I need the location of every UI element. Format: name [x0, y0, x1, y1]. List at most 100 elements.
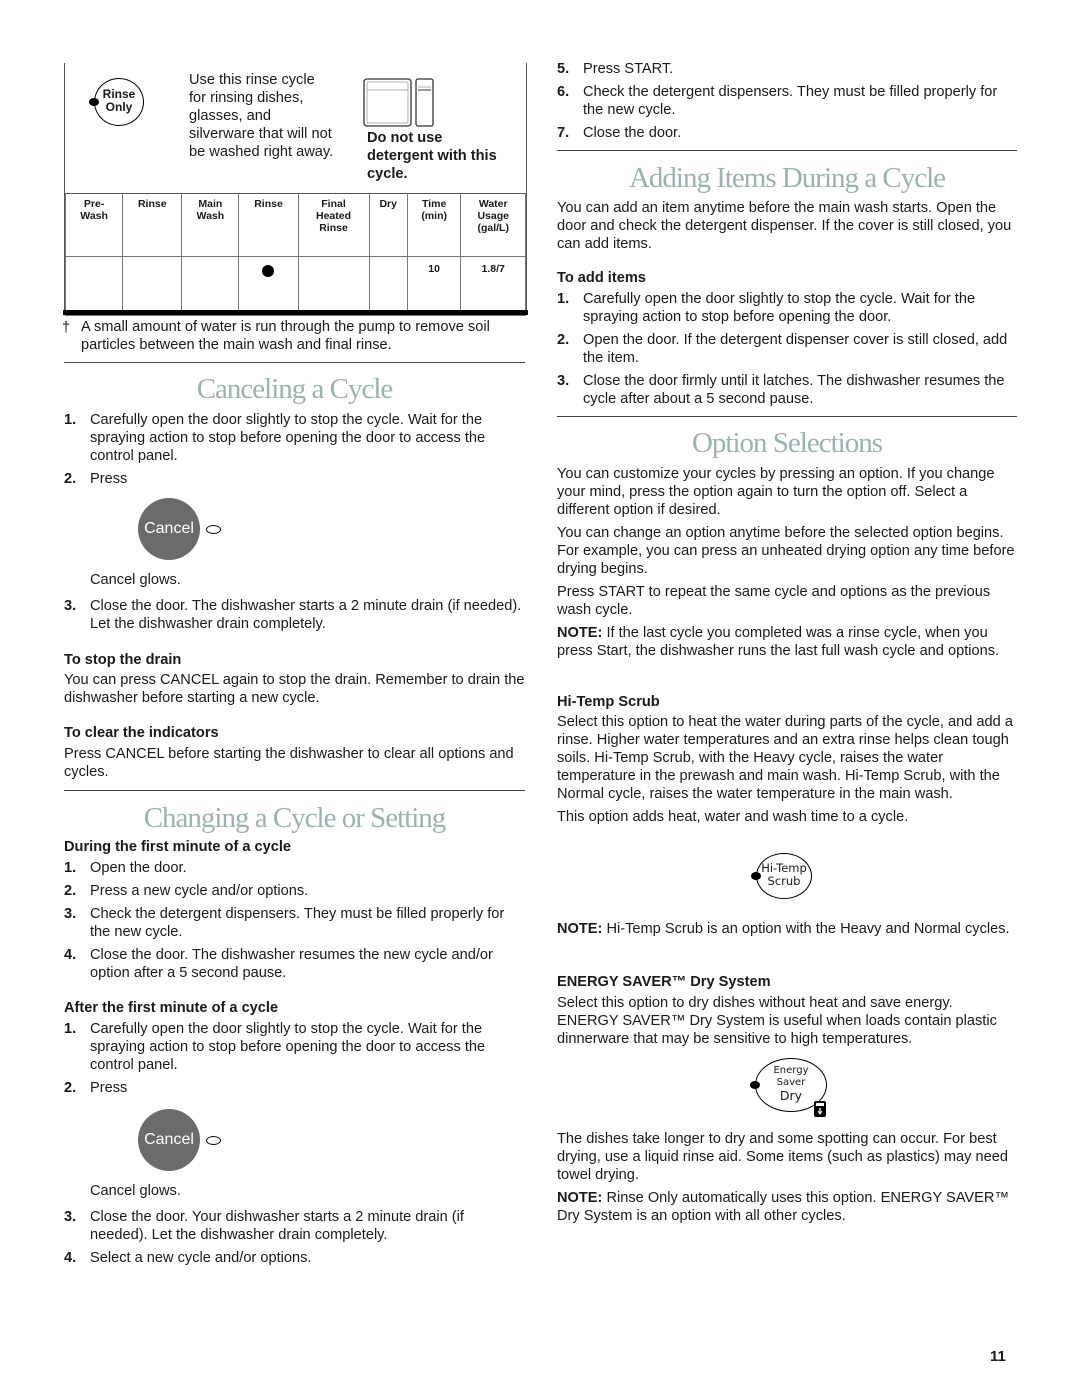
- note: NOTE: If the last cycle you completed wa…: [557, 624, 1017, 660]
- indicator-light-icon: [89, 98, 99, 106]
- section-title-changing: Changing a Cycle or Setting: [143, 802, 447, 834]
- divider: [557, 150, 1017, 151]
- cancel-glows-text: Cancel glows.: [90, 572, 181, 588]
- warning-line: detergent with this: [367, 148, 497, 164]
- adding-intro: You can add an item anytime before the m…: [557, 200, 1012, 252]
- column-header: Rinse: [238, 193, 299, 257]
- rinse-only-button-icon: Rinse Only: [89, 78, 144, 126]
- subheading-add-items: To add items: [557, 270, 646, 286]
- paragraph: This option adds heat, water and wash ti…: [557, 809, 909, 825]
- step-number: 3.: [64, 906, 77, 922]
- step: 7. Close the door.: [557, 124, 1017, 142]
- header-line: Time: [421, 198, 447, 210]
- step-text: Check the detergent dispensers. They mus…: [583, 84, 998, 118]
- step-number: 7.: [557, 125, 570, 141]
- step: 2. Press: [64, 470, 525, 488]
- desc-line: Use this rinse cycle: [189, 72, 315, 88]
- cycle-table: Pre- Wash Rinse Main Wash Rinse Final Heated Rin…: [64, 193, 526, 316]
- after-steps-cont: 3. Close the door. Your dishwasher starts…: [64, 1208, 525, 1272]
- header-line: (gal/L): [477, 222, 509, 234]
- warning-line: cycle.: [367, 166, 408, 182]
- hi-temp-note: NOTE: Hi-Temp Scrub is an option with th…: [557, 920, 1017, 938]
- step-number: 2.: [64, 471, 77, 487]
- rinse-only-description: Use this rinse cycle for rinsing dishes,…: [189, 71, 359, 161]
- section-title-canceling: Canceling a Cycle: [196, 373, 394, 405]
- step-text: Check the detergent dispensers. They mus…: [90, 906, 505, 940]
- header-line: (min): [421, 210, 447, 222]
- subheading-during: During the first minute of a cycle: [64, 839, 292, 855]
- step: 1. Open the door.: [64, 859, 525, 877]
- header-line: Usage: [477, 210, 509, 222]
- step-number: 1.: [64, 860, 77, 876]
- desc-line: be washed right away.: [189, 144, 334, 160]
- subheading-clear-indicators: To clear the indicators: [64, 725, 219, 741]
- note-label: NOTE:: [557, 1190, 603, 1206]
- indicator-light-icon: [206, 1136, 221, 1145]
- step: 2. Open the door. If the detergent dispen…: [557, 331, 1017, 367]
- header-line: Final: [321, 198, 346, 210]
- step: 4. Close the door. The dishwasher resumes…: [64, 946, 525, 982]
- paragraph: You can customize your cycles by pressin…: [557, 466, 995, 518]
- during-steps: 1. Open the door. 2. Press a new cycle and…: [64, 859, 525, 987]
- desc-line: glasses, and: [189, 108, 271, 124]
- subheading-after: After the first minute of a cycle: [64, 1000, 279, 1016]
- paragraph: Select this option to heat the water dur…: [557, 714, 1013, 802]
- note-text: Rinse Only automatically uses this optio…: [557, 1190, 1010, 1224]
- step-number: 2.: [557, 332, 570, 348]
- header-line: Rinse: [254, 198, 283, 210]
- step: 1. Carefully open the door slightly to st…: [64, 411, 525, 465]
- header-line: Pre-: [83, 198, 105, 210]
- rinse-only-label-2: Only: [105, 100, 133, 114]
- footnote: † A small amount of water is run through…: [62, 318, 525, 354]
- step-text: Press START.: [583, 61, 674, 77]
- energy-saver-badge-icon: [814, 1101, 826, 1117]
- step: 4. Select a new cycle and/or options.: [64, 1249, 525, 1267]
- step: 2. Press: [64, 1079, 525, 1097]
- table-cell: 1.8/7: [460, 256, 526, 316]
- subheading-hi-temp: Hi-Temp Scrub: [557, 694, 660, 710]
- step: 3. Check the detergent dispensers. They m…: [64, 905, 525, 941]
- column-header: Main Wash: [181, 193, 240, 257]
- section-title-adding: Adding Items During a Cycle: [628, 162, 946, 194]
- step: 3. Close the door. The dishwasher starts …: [64, 597, 525, 633]
- paragraph: You can change an option anytime before …: [557, 525, 1015, 577]
- cancel-button[interactable]: Cancel: [138, 498, 200, 560]
- paragraph: The dishes take longer to dry and some s…: [557, 1131, 1008, 1183]
- column-header: Rinse: [122, 193, 183, 257]
- table-cell: [297, 256, 370, 316]
- step-number: 5.: [557, 61, 570, 77]
- note-text: If the last cycle you completed was a ri…: [557, 625, 1000, 659]
- subheading-energy-saver: ENERGY SAVER™ Dry System: [557, 974, 771, 990]
- step: 1. Carefully open the door slightly to st…: [64, 1020, 525, 1074]
- hi-temp-scrub-button[interactable]: Hi-Temp Scrub: [751, 853, 812, 899]
- step-number: 1.: [557, 291, 570, 307]
- changing-steps-cont: 5. Press START. 6. Check the detergent dis…: [557, 60, 1017, 147]
- step-text: Close the door. The dishwasher starts a …: [90, 598, 522, 632]
- step-text: Press: [90, 471, 128, 487]
- table-cell: [368, 256, 408, 316]
- header-line: Main: [198, 198, 223, 210]
- step-text: Close the door.: [583, 125, 682, 141]
- warning-line: Do not use: [367, 130, 443, 146]
- divider: [64, 362, 525, 363]
- step: 3. Close the door firmly until it latches…: [557, 372, 1017, 408]
- paragraph: Press START to repeat the same cycle and…: [557, 584, 991, 618]
- note: NOTE: Rinse Only automatically uses this…: [557, 1189, 1017, 1225]
- step-text: Close the door. Your dishwasher starts a…: [90, 1209, 464, 1243]
- step-number: 2.: [64, 1080, 77, 1096]
- cancel-glows-text: Cancel glows.: [90, 1183, 181, 1199]
- table-bottom-bar: [63, 310, 528, 315]
- header-line: Rinse: [137, 198, 167, 210]
- table-header-row: Pre- Wash Rinse Main Wash Rinse Final Heated Rin…: [64, 193, 526, 257]
- detergent-dispenser-icon: [363, 78, 434, 127]
- hi-temp-body: Select this option to heat the water dur…: [557, 713, 1017, 831]
- header-line: Heated: [316, 210, 352, 222]
- step-text: Carefully open the door slightly to stop…: [90, 412, 486, 464]
- step-number: 1.: [64, 412, 77, 428]
- step-number: 2.: [64, 883, 77, 899]
- add-items-steps: 1. Carefully open the door slightly to st…: [557, 290, 1017, 413]
- step: 3. Close the door. Your dishwasher starts…: [64, 1208, 525, 1244]
- cancel-button[interactable]: Cancel: [138, 1109, 200, 1171]
- page-number: 11: [990, 1348, 1006, 1365]
- desc-line: silverware that will not: [189, 126, 332, 142]
